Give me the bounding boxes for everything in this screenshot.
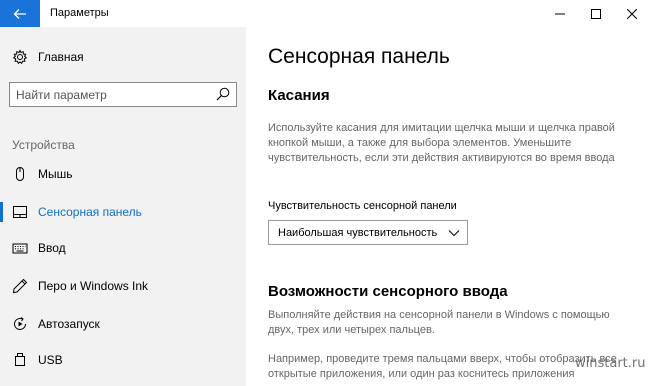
search-input[interactable] xyxy=(10,83,210,106)
maximize-icon xyxy=(591,8,601,19)
close-icon xyxy=(627,8,637,19)
sidebar-item-label: USB xyxy=(38,353,63,367)
search-icon[interactable] xyxy=(216,87,230,101)
back-arrow-icon xyxy=(13,8,26,19)
sidebar-item-label: Главная xyxy=(38,50,84,64)
sensitivity-label: Чувствительность сенсорной панели xyxy=(268,200,457,212)
sensitivity-value: Наибольшая чувствительность xyxy=(278,227,438,239)
touchpad-icon xyxy=(13,206,27,218)
scrollbar[interactable] xyxy=(644,27,648,386)
title-bar: Параметры xyxy=(0,0,650,27)
watermark: winstart.ru xyxy=(575,356,646,371)
keyboard-icon xyxy=(12,243,28,254)
section-title-touches: Касания xyxy=(268,87,330,104)
window-title: Параметры xyxy=(50,7,109,19)
sidebar-item-label: Перо и Windows Ink xyxy=(38,279,149,293)
sidebar-item-label: Сенсорная панель xyxy=(38,205,142,219)
sidebar-item-pen[interactable]: Перо и Windows Ink xyxy=(0,270,246,302)
back-button[interactable] xyxy=(0,0,40,27)
chevron-down-icon xyxy=(448,230,460,237)
gestures-example: Например, проведите тремя пальцами вверх… xyxy=(268,353,617,380)
search-box[interactable] xyxy=(9,82,237,107)
sidebar-item-label: Ввод xyxy=(38,241,66,255)
page-title: Сенсорная панель xyxy=(268,45,450,68)
gear-icon xyxy=(12,49,28,65)
maximize-button[interactable] xyxy=(578,0,614,27)
sidebar-item-label: Мышь xyxy=(38,167,73,181)
section-label-devices: Устройства xyxy=(12,138,75,152)
sidebar-item-home[interactable]: Главная xyxy=(0,46,246,68)
usb-icon xyxy=(15,353,25,366)
mouse-icon xyxy=(16,167,24,181)
touches-description: Используйте касания для имитации щелчка … xyxy=(268,122,615,164)
sidebar-item-autoplay[interactable]: Автозапуск xyxy=(0,308,246,340)
section-title-gestures: Возможности сенсорного ввода xyxy=(268,283,508,300)
main-content: Сенсорная панель Касания Используйте кас… xyxy=(246,27,650,386)
sidebar-item-label: Автозапуск xyxy=(38,317,100,331)
gestures-description: Выполняйте действия на сенсорной панели … xyxy=(268,309,610,336)
sensitivity-dropdown[interactable]: Наибольшая чувствительность xyxy=(268,220,468,245)
pen-icon xyxy=(12,278,28,294)
sidebar: Главная Устройства Мышь Сенсорная панель… xyxy=(0,27,246,386)
sidebar-item-typing[interactable]: Ввод xyxy=(0,232,246,264)
sidebar-item-mouse[interactable]: Мышь xyxy=(0,158,246,190)
close-button[interactable] xyxy=(614,0,650,27)
sidebar-item-usb[interactable]: USB xyxy=(0,344,246,376)
active-indicator xyxy=(0,202,3,222)
sidebar-item-touchpad[interactable]: Сенсорная панель xyxy=(0,196,246,228)
minimize-icon xyxy=(555,13,565,14)
autoplay-icon xyxy=(14,317,26,330)
minimize-button[interactable] xyxy=(542,0,578,27)
